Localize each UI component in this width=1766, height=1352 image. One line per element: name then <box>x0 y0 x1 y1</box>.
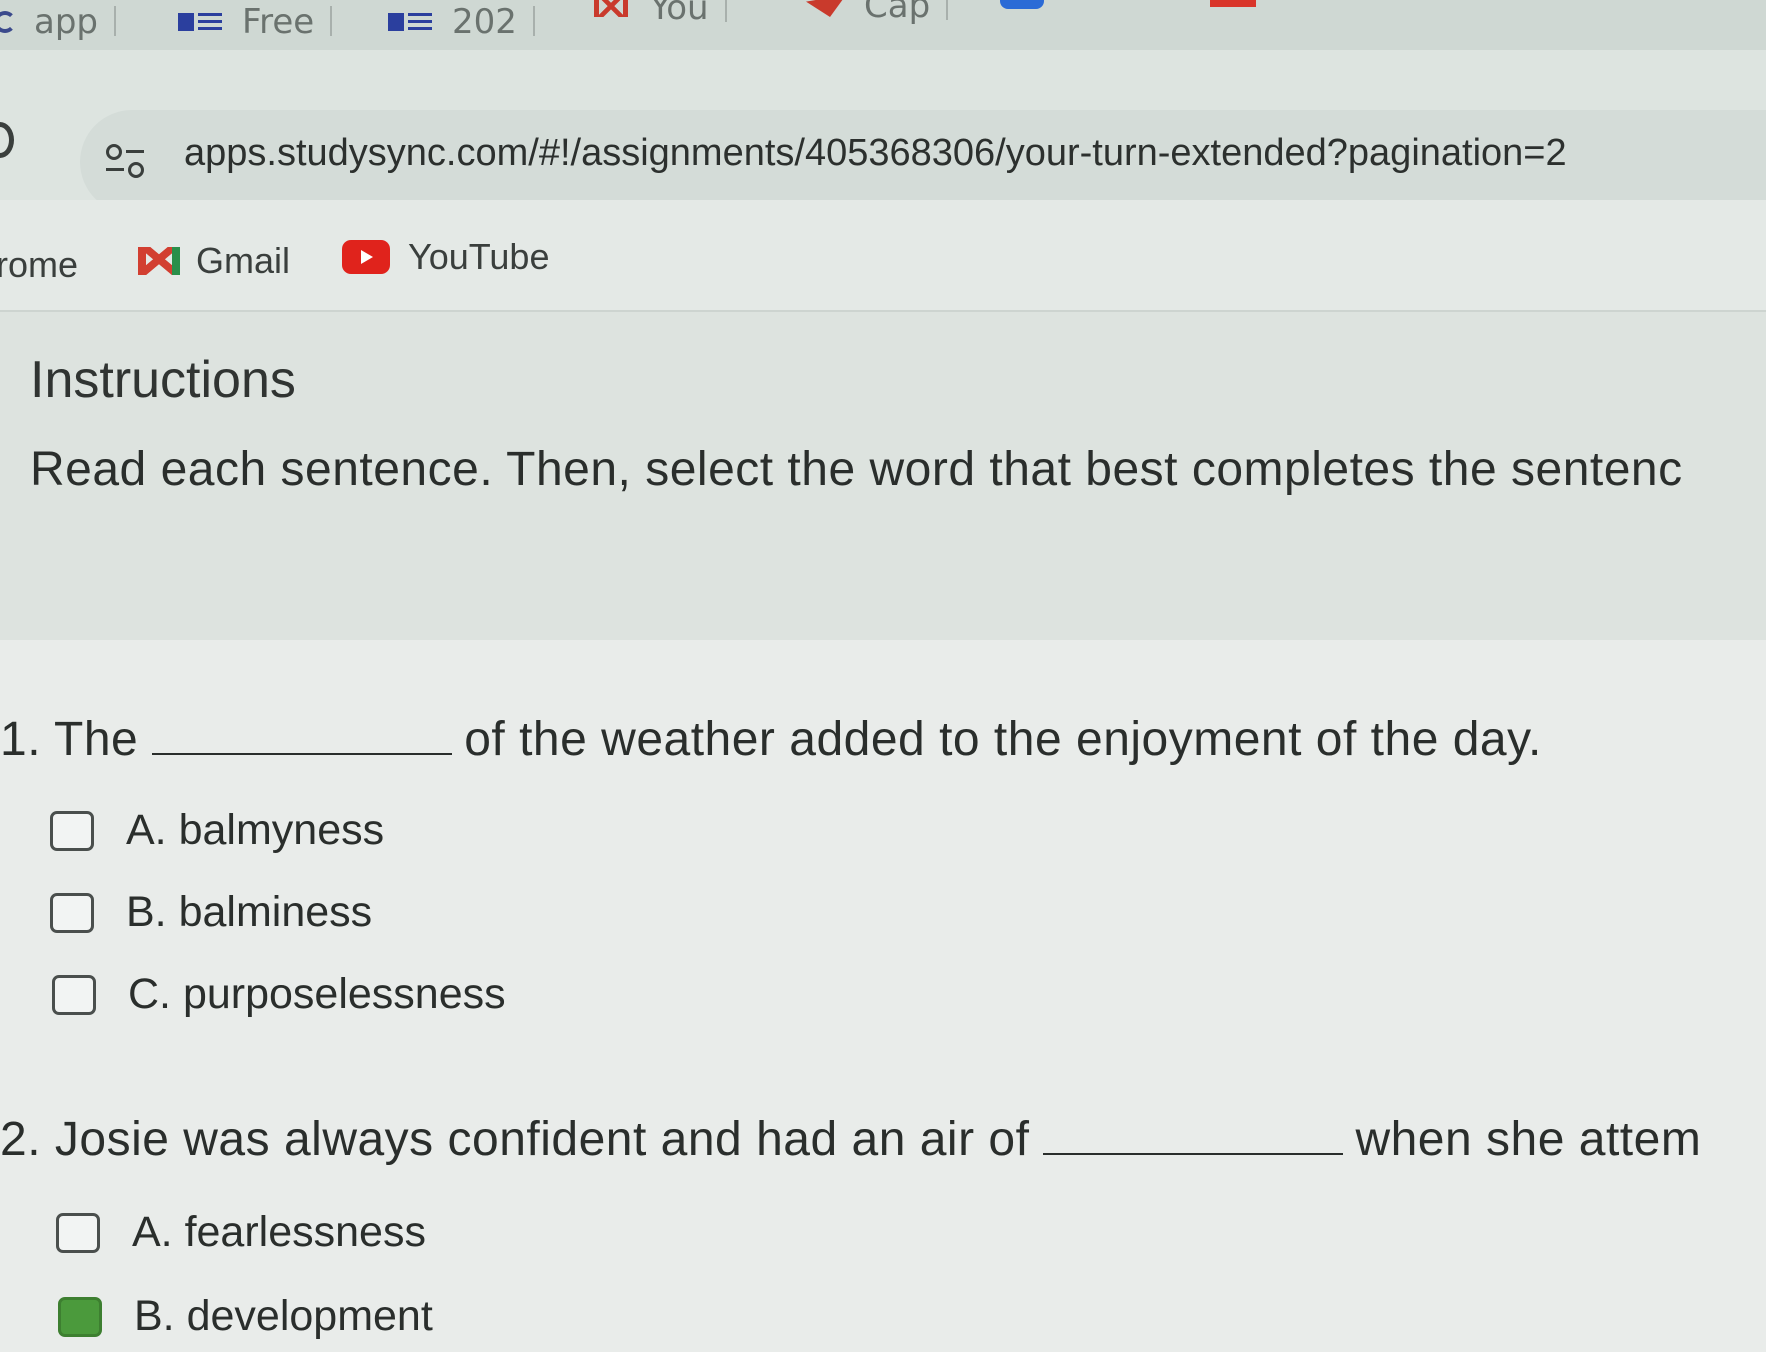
instructions-title: Instructions <box>30 351 296 409</box>
tab-separator <box>724 0 727 22</box>
checkbox[interactable] <box>56 1212 100 1253</box>
question-text: when she attem <box>1355 1113 1702 1166</box>
tab-label: app <box>34 2 98 42</box>
option-1c[interactable]: C. purposelessness <box>52 970 506 1019</box>
tab-favicon-icon <box>1210 0 1256 7</box>
tab-separator <box>114 6 116 36</box>
option-2a[interactable]: A. fearlessness <box>56 1208 426 1257</box>
site-settings-icon[interactable] <box>106 144 144 178</box>
tab-strip: app Free 202 You Cap <box>0 0 1766 50</box>
tab-label: You <box>650 0 709 28</box>
answer-blank <box>1043 1117 1344 1155</box>
tab-separator <box>946 0 949 20</box>
tab-202[interactable]: 202 <box>388 0 535 44</box>
tab-label: 202 <box>452 2 517 42</box>
bookmarks-bar: rome Gmail YouTube <box>0 200 1766 312</box>
gmail-icon <box>138 245 180 277</box>
bookmark-youtube[interactable]: YouTube <box>342 236 549 278</box>
tab-favicon-icon <box>1000 0 1044 9</box>
toolbar: apps.studysync.com/#!/assignments/405368… <box>0 50 1766 214</box>
google-icon <box>0 11 16 33</box>
tab-label: Cap <box>864 0 931 26</box>
tab-red[interactable] <box>1210 0 1274 24</box>
address-bar[interactable]: apps.studysync.com/#!/assignments/405368… <box>80 110 1766 214</box>
tab-separator <box>532 6 535 36</box>
question-text: 1. The <box>0 713 139 766</box>
question-2: 2. Josie was always confident and had an… <box>0 1112 1701 1167</box>
list-icon <box>388 11 434 33</box>
option-1b[interactable]: B. balminess <box>50 888 372 937</box>
option-label: A. balmyness <box>126 806 385 854</box>
question-text: of the weather added to the enjoyment of… <box>464 713 1542 766</box>
tab-app[interactable]: app <box>0 0 116 44</box>
tab-cap[interactable]: Cap <box>806 0 949 28</box>
tab-you[interactable]: You <box>592 0 727 30</box>
tab-separator <box>330 6 333 36</box>
gmail-icon <box>592 0 632 19</box>
tab-label: Free <box>242 2 315 42</box>
option-1a[interactable]: A. balmyness <box>50 806 384 855</box>
option-label: B. development <box>134 1292 433 1340</box>
bookmark-label: YouTube <box>408 236 550 277</box>
arrow-icon <box>806 0 846 17</box>
question-1: 1. The of the weather added to the enjoym… <box>0 712 1542 767</box>
youtube-icon <box>342 240 390 274</box>
instructions-text: Read each sentence. Then, select the wor… <box>30 443 1683 496</box>
instructions-panel: Instructions Read each sentence. Then, s… <box>0 312 1766 640</box>
option-label: C. purposelessness <box>128 970 506 1018</box>
option-label: B. balminess <box>126 888 373 936</box>
option-2b[interactable]: B. development <box>58 1292 433 1341</box>
url-text[interactable]: apps.studysync.com/#!/assignments/405368… <box>184 132 1567 175</box>
answer-blank <box>152 717 453 755</box>
checkbox-checked[interactable] <box>58 1296 102 1337</box>
tab-blue[interactable] <box>1000 0 1062 24</box>
question-text: 2. Josie was always confident and had an… <box>0 1113 1030 1166</box>
checkbox[interactable] <box>52 974 96 1015</box>
bookmark-label: rome <box>0 244 79 285</box>
checkbox[interactable] <box>50 810 94 851</box>
list-icon <box>178 11 224 33</box>
bookmark-gmail[interactable]: Gmail <box>138 240 290 282</box>
reload-icon[interactable] <box>0 122 14 158</box>
checkbox[interactable] <box>50 892 94 933</box>
bookmark-label: Gmail <box>196 240 291 281</box>
tab-free[interactable]: Free <box>178 0 333 44</box>
option-label: A. fearlessness <box>132 1208 426 1256</box>
bookmark-chrome[interactable]: rome <box>0 244 78 286</box>
